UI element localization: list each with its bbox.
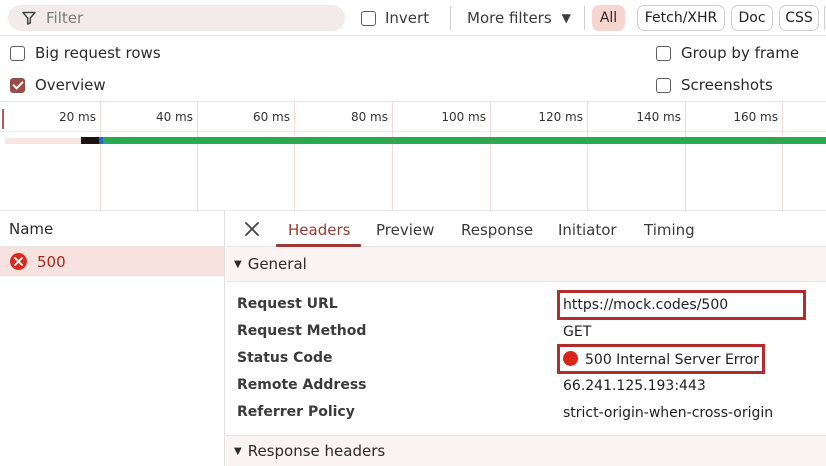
chip-doc[interactable]: Doc: [731, 5, 773, 31]
invert-toggle[interactable]: Invert: [361, 9, 429, 27]
status-code-text: 500 Internal Server Error: [585, 352, 760, 368]
divider: [584, 6, 585, 30]
triangle-down-icon: ▼: [234, 258, 242, 270]
tab-response[interactable]: Response: [461, 221, 533, 239]
group-by-frame-checkbox[interactable]: [656, 45, 671, 61]
tick-line: [392, 102, 393, 211]
request-list: Name 500: [0, 211, 225, 466]
ruler-line: [0, 131, 826, 132]
tab-timing[interactable]: Timing: [644, 221, 695, 239]
tick-label: 140 ms: [636, 110, 681, 124]
chip-css[interactable]: CSS: [779, 5, 819, 31]
status-code-value: 500 Internal Server Error: [563, 351, 759, 368]
more-filters-label: More filters: [467, 9, 552, 27]
tick-label: 100 ms: [441, 110, 486, 124]
tick-label: 20 ms: [58, 110, 96, 124]
tick-label: 80 ms: [350, 110, 388, 124]
filter-input[interactable]: [46, 9, 326, 27]
screenshots-checkbox[interactable]: [656, 77, 671, 93]
overview-timeline[interactable]: 20 ms 40 ms 60 ms 80 ms 100 ms 120 ms 14…: [0, 101, 826, 211]
request-name: 500: [37, 252, 66, 271]
invert-label: Invert: [385, 9, 430, 27]
divider: [824, 6, 825, 30]
chip-all[interactable]: All: [592, 5, 625, 31]
timeline-bar-download: [103, 137, 826, 144]
field-key: Request Method: [237, 323, 367, 339]
tick-line: [197, 102, 198, 211]
field-key: Request URL: [237, 296, 338, 312]
filter-icon: [22, 11, 36, 25]
request-row[interactable]: 500: [0, 247, 224, 276]
detail-tabs: Headers Preview Response Initiator Timin…: [226, 211, 826, 247]
tick-line: [490, 102, 491, 211]
close-icon[interactable]: [243, 220, 261, 238]
field-key: Referrer Policy: [237, 404, 355, 420]
active-tab-indicator: [276, 244, 361, 247]
filter-input-container[interactable]: [8, 5, 345, 31]
error-icon: [10, 253, 27, 270]
tick-label: 60 ms: [252, 110, 290, 124]
field-key: Status Code: [237, 350, 333, 366]
name-column-label: Name: [9, 219, 54, 238]
general-section-header[interactable]: ▼ General: [226, 247, 826, 282]
filter-bar: Invert More filters ▼ All Fetch/XHR Doc …: [0, 0, 826, 36]
group-by-frame-option[interactable]: Group by frame: [656, 44, 799, 62]
tick-label: 120 ms: [538, 110, 583, 124]
response-headers-section-header[interactable]: ▼ Response headers: [226, 435, 826, 466]
timeline-handle[interactable]: [2, 109, 5, 129]
tick-label: 160 ms: [733, 110, 778, 124]
overview-checkbox[interactable]: [10, 77, 25, 93]
request-detail-panel: Headers Preview Response Initiator Timin…: [226, 211, 826, 466]
tick-line: [587, 102, 588, 211]
status-error-icon: [563, 351, 578, 366]
general-section-label: General: [247, 255, 307, 273]
tick-line: [782, 102, 783, 211]
timeline-bar-waiting: [81, 137, 99, 144]
big-request-rows-checkbox[interactable]: [10, 45, 25, 61]
name-column-header[interactable]: Name: [0, 211, 224, 247]
tick-line: [100, 102, 101, 211]
tick-line: [685, 102, 686, 211]
request-method-value: GET: [563, 324, 592, 340]
tab-headers[interactable]: Headers: [288, 221, 350, 239]
overview-label: Overview: [35, 76, 106, 94]
request-url-value[interactable]: https://mock.codes/500: [563, 297, 728, 313]
caret-down-icon: ▼: [561, 11, 571, 25]
invert-checkbox[interactable]: [361, 10, 376, 26]
remote-address-value: 66.241.125.193:443: [563, 378, 706, 394]
tick-label: 40 ms: [155, 110, 193, 124]
tab-initiator[interactable]: Initiator: [558, 221, 617, 239]
big-request-rows-option[interactable]: Big request rows: [10, 44, 161, 62]
screenshots-option[interactable]: Screenshots: [656, 76, 773, 94]
overview-option[interactable]: Overview: [10, 76, 106, 94]
referrer-policy-value: strict-origin-when-cross-origin: [563, 405, 774, 421]
field-key: Remote Address: [237, 377, 367, 393]
chip-fetch-xhr[interactable]: Fetch/XHR: [637, 5, 725, 31]
group-by-frame-label: Group by frame: [681, 44, 800, 62]
big-request-rows-label: Big request rows: [35, 44, 161, 62]
triangle-down-icon: ▼: [234, 445, 242, 457]
divider: [450, 6, 451, 30]
response-headers-label: Response headers: [247, 442, 386, 460]
tab-preview[interactable]: Preview: [376, 221, 434, 239]
tick-line: [294, 102, 295, 211]
more-filters-button[interactable]: More filters ▼: [467, 9, 571, 27]
screenshots-label: Screenshots: [681, 76, 773, 94]
